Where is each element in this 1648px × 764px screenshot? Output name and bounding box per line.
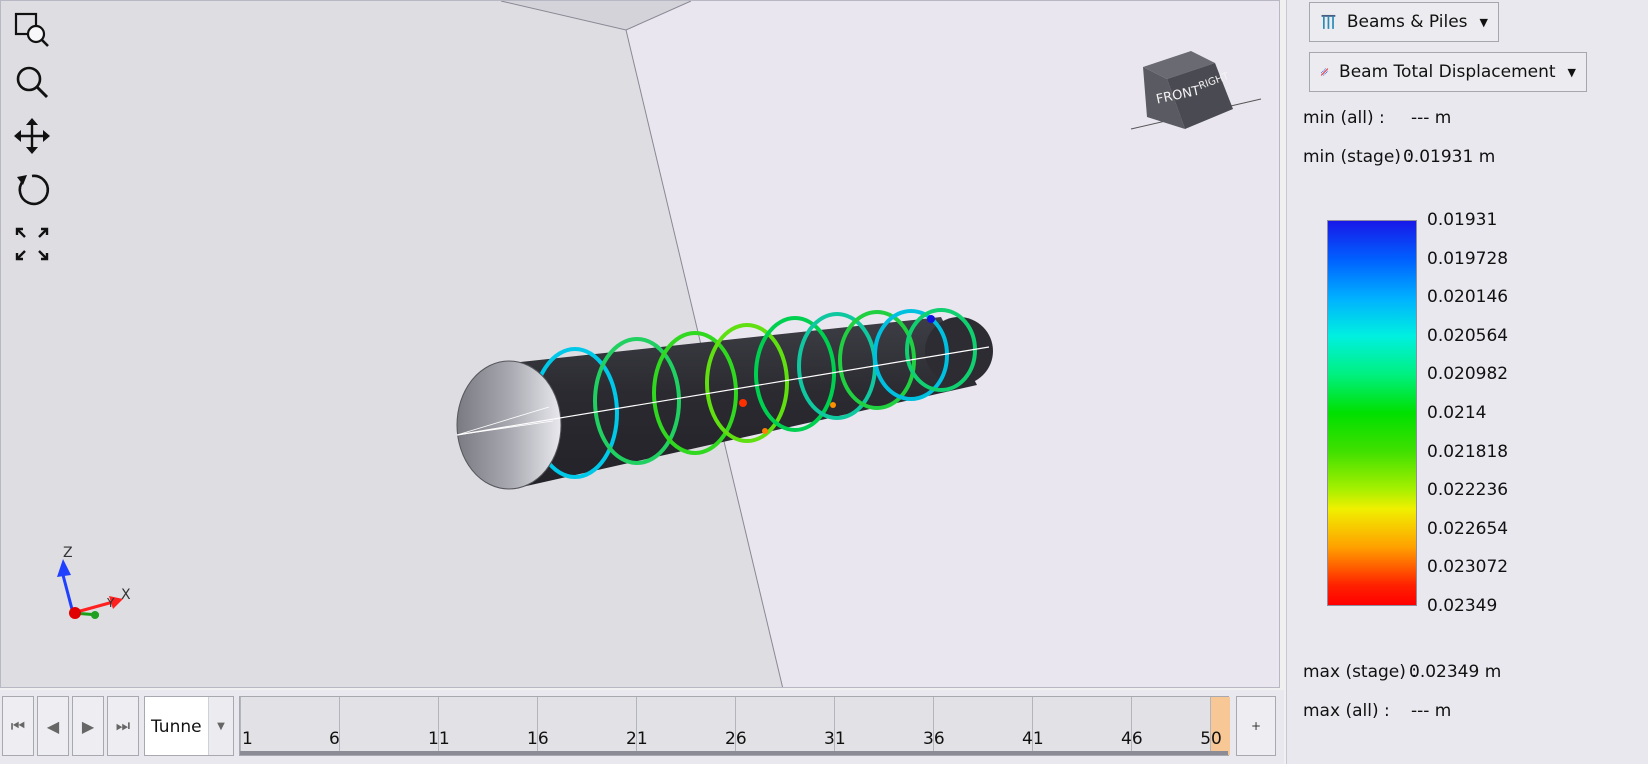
beam-displacement-icon (1320, 68, 1329, 76)
min-all-row: min (all) : --- m (1303, 108, 1451, 128)
min-stage-label: min (stage) : (1303, 147, 1413, 167)
rotate-button[interactable] (11, 169, 53, 211)
timeline-stage-label: 11 (428, 729, 450, 749)
min-stage-row: min (stage) : 0.01931 m (1303, 147, 1495, 167)
min-all-value: --- m (1411, 108, 1452, 128)
prev-stage-button[interactable]: ◀ (37, 696, 69, 756)
legend-tick-label: 0.01931 (1427, 210, 1498, 230)
fit-view-button[interactable] (11, 223, 53, 265)
next-stage-icon: ▶ (81, 716, 95, 736)
entity-dropdown[interactable]: Beams & Piles ▼ (1309, 2, 1499, 42)
pan-icon (14, 118, 50, 154)
chevron-down-icon: ▼ (1479, 15, 1488, 29)
axis-x-label: X (121, 587, 131, 603)
timeline-stage-label: 31 (824, 729, 846, 749)
zoom-window-button[interactable] (11, 9, 53, 51)
legend-tick-label: 0.019728 (1427, 248, 1509, 269)
result-type-label: Beam Total Displacement (1339, 62, 1556, 82)
timeline-tick (240, 697, 241, 751)
legend-tick-label: 0.020982 (1427, 364, 1509, 385)
legend-tick-label: 0.022236 (1427, 480, 1509, 501)
first-stage-icon: ⏮ (10, 716, 26, 735)
color-legend-bar (1327, 220, 1417, 606)
timeline-stage-label: 46 (1121, 729, 1143, 749)
add-stage-button[interactable]: + (1236, 696, 1276, 756)
tunnel-face (456, 360, 562, 490)
next-stage-button[interactable]: ▶ (72, 696, 104, 756)
first-stage-button[interactable]: ⏮ (2, 696, 34, 756)
max-stage-label: max (stage) : (1303, 662, 1418, 682)
zoom-button[interactable] (11, 61, 53, 103)
max-all-label: max (all) : (1303, 701, 1390, 721)
min-stage-value: 0.01931 m (1403, 147, 1496, 167)
pan-button[interactable] (11, 115, 53, 157)
result-type-dropdown[interactable]: Beam Total Displacement ▼ (1309, 52, 1587, 92)
prev-stage-icon: ◀ (46, 716, 60, 736)
timeline-stage-label: 41 (1022, 729, 1044, 749)
max-all-value: --- m (1411, 701, 1452, 721)
chevron-down-icon: ▼ (208, 697, 233, 755)
legend-tick-label: 0.02349 (1427, 596, 1498, 616)
fit-view-icon (15, 227, 49, 261)
legend-tick-label: 0.0214 (1427, 403, 1487, 423)
results-panel: Beams & Piles ▼ Beam Total Displacement … (1286, 0, 1648, 764)
min-all-label: min (all) : (1303, 108, 1385, 128)
timeline-stage-label: 50 (1200, 729, 1222, 749)
add-stage-label: + (1250, 719, 1262, 733)
legend-tick-label: 0.022654 (1427, 518, 1509, 539)
legend-tick-label: 0.020146 (1427, 287, 1509, 308)
last-stage-icon: ⏭ (115, 716, 131, 735)
stage-timeline[interactable]: 1 6 11 16 21 26 31 36 41 46 50 (239, 696, 1230, 756)
legend-tick-label: 0.023072 (1427, 557, 1509, 578)
stage-bar: ⏮ ◀ ▶ ⏭ Tunne ▼ 1 6 11 16 21 26 31 36 41 46 50 + (0, 690, 1284, 764)
stage-select-value: Tunne (151, 717, 202, 737)
max-stage-value: 0.02349 m (1409, 662, 1502, 682)
timeline-stage-label: 16 (527, 729, 549, 749)
model-scene: Z X Y FRONT RIGHT (1, 1, 1279, 687)
axis-y-label: Y (106, 596, 115, 610)
timeline-stage-label: 36 (923, 729, 945, 749)
beams-piles-icon (1321, 14, 1336, 29)
zoom-icon (16, 66, 49, 99)
max-stage-row: max (stage) : 0.02349 m (1303, 662, 1501, 682)
3d-viewport[interactable]: Z X Y FRONT RIGHT (0, 0, 1280, 688)
max-all-row: max (all) : --- m (1303, 701, 1451, 721)
legend-tick-label: 0.021818 (1427, 441, 1509, 462)
last-stage-button[interactable]: ⏭ (107, 696, 139, 756)
zoom-window-icon (14, 12, 49, 47)
legend-tick-label: 0.020564 (1427, 325, 1509, 346)
entity-dropdown-label: Beams & Piles (1346, 12, 1468, 32)
timeline-stage-label: 1 (242, 729, 253, 749)
timeline-stage-label: 21 (626, 729, 648, 749)
timeline-stage-label: 26 (725, 729, 747, 749)
chevron-down-icon: ▼ (1567, 65, 1576, 79)
stage-select[interactable]: Tunne ▼ (144, 696, 234, 756)
axis-z-label: Z (63, 545, 73, 561)
rotate-icon (17, 174, 50, 206)
timeline-stage-label: 6 (329, 729, 340, 749)
